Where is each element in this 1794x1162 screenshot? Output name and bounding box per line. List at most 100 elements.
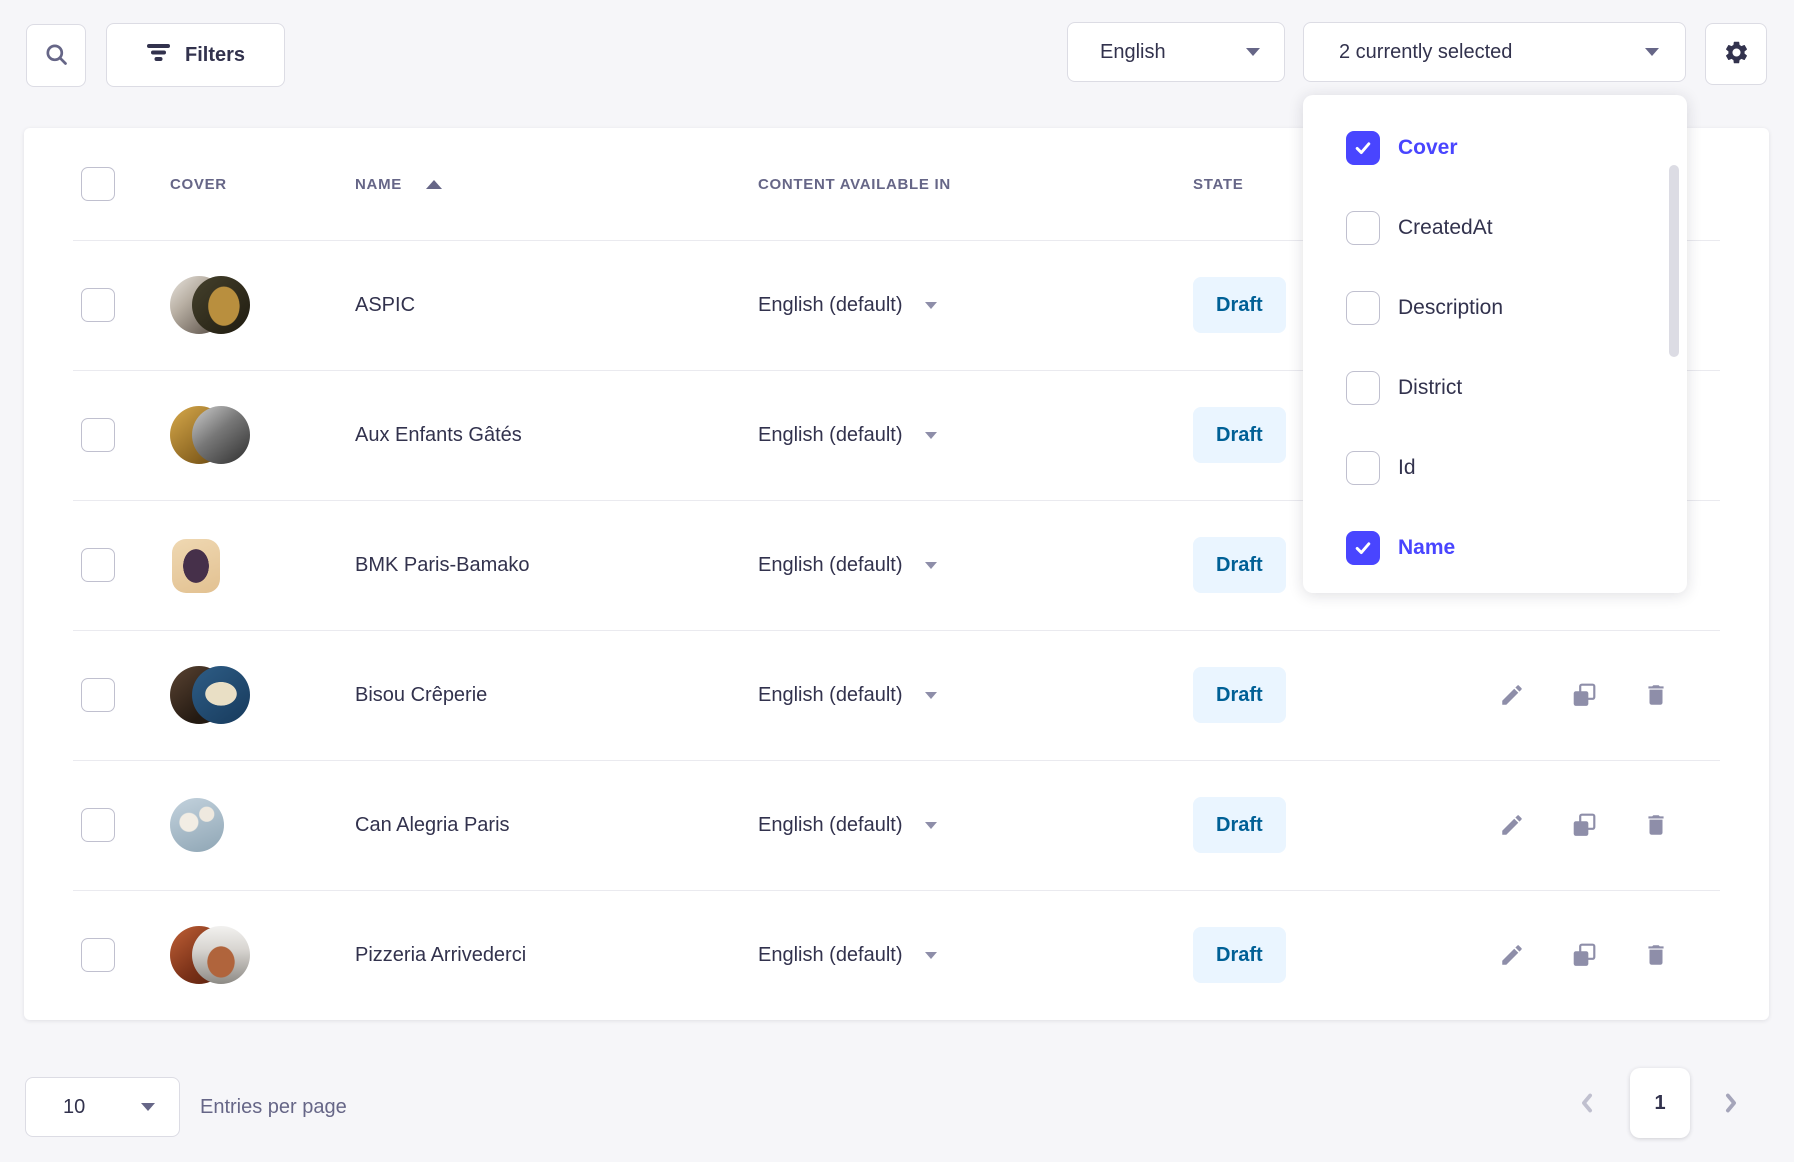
page-1-button[interactable]: 1 xyxy=(1630,1068,1690,1138)
locale-select-value: English xyxy=(1100,41,1166,64)
pencil-icon xyxy=(1499,812,1525,838)
column-option-createdat[interactable]: CreatedAt xyxy=(1303,188,1687,268)
column-picker-select-value: 2 currently selected xyxy=(1339,41,1512,64)
chevron-down-icon xyxy=(1246,48,1260,56)
pencil-icon xyxy=(1499,942,1525,968)
copy-icon xyxy=(1571,942,1597,968)
next-page-button[interactable] xyxy=(1716,1088,1746,1121)
duplicate-button[interactable] xyxy=(1571,812,1597,838)
cover-image xyxy=(170,798,224,852)
unchecked-checkbox[interactable] xyxy=(1346,371,1380,405)
column-option-cover[interactable]: Cover xyxy=(1303,108,1687,188)
cover-avatar-group xyxy=(170,665,250,725)
search-button[interactable] xyxy=(26,24,86,87)
row-checkbox[interactable] xyxy=(81,938,115,972)
trash-icon xyxy=(1643,812,1669,838)
chevron-down-icon xyxy=(925,432,937,439)
gear-icon xyxy=(1723,39,1750,69)
column-option-id[interactable]: Id xyxy=(1303,428,1687,508)
chevron-right-icon xyxy=(1716,1088,1746,1118)
chevron-down-icon xyxy=(1645,48,1659,56)
page-size-value: 10 xyxy=(63,1096,85,1119)
edit-button[interactable] xyxy=(1499,682,1525,708)
column-option-name[interactable]: Name xyxy=(1303,508,1687,588)
previous-page-button[interactable] xyxy=(1572,1088,1602,1121)
select-all-checkbox[interactable] xyxy=(81,167,115,201)
table-row[interactable]: Pizzeria Arrivederci English (default) D… xyxy=(24,890,1769,1020)
unchecked-checkbox[interactable] xyxy=(1346,291,1380,325)
cover-avatar-group xyxy=(170,275,250,335)
row-checkbox[interactable] xyxy=(81,548,115,582)
chevron-down-icon xyxy=(925,302,937,309)
row-checkbox[interactable] xyxy=(81,418,115,452)
column-option-district[interactable]: District xyxy=(1303,348,1687,428)
unchecked-checkbox[interactable] xyxy=(1346,211,1380,245)
filters-button-label: Filters xyxy=(185,44,245,67)
column-header-cover: COVER xyxy=(170,176,355,193)
unchecked-checkbox[interactable] xyxy=(1346,451,1380,485)
row-checkbox[interactable] xyxy=(81,808,115,842)
copy-icon xyxy=(1571,812,1597,838)
row-locale-dropdown[interactable]: English (default) xyxy=(758,944,1193,967)
pencil-icon xyxy=(1499,682,1525,708)
cover-avatar-group xyxy=(170,925,250,985)
chevron-down-icon xyxy=(925,692,937,699)
status-badge: Draft xyxy=(1193,667,1286,723)
check-icon xyxy=(1353,538,1373,558)
settings-button[interactable] xyxy=(1705,23,1767,85)
duplicate-button[interactable] xyxy=(1571,942,1597,968)
checked-checkbox[interactable] xyxy=(1346,531,1380,565)
popover-scrollbar[interactable] xyxy=(1669,165,1679,357)
row-name: Aux Enfants Gâtés xyxy=(355,424,758,447)
row-locale-dropdown[interactable]: English (default) xyxy=(758,814,1193,837)
chevron-down-icon xyxy=(925,952,937,959)
edit-button[interactable] xyxy=(1499,812,1525,838)
row-checkbox[interactable] xyxy=(81,678,115,712)
row-name: Can Alegria Paris xyxy=(355,814,758,837)
column-header-name[interactable]: NAME xyxy=(355,176,758,193)
filters-button[interactable]: Filters xyxy=(106,23,285,87)
table-row[interactable]: Bisou Crêperie English (default) Draft xyxy=(24,630,1769,760)
row-locale-dropdown[interactable]: English (default) xyxy=(758,294,1193,317)
trash-icon xyxy=(1643,942,1669,968)
row-name: BMK Paris-Bamako xyxy=(355,554,758,577)
row-name: Pizzeria Arrivederci xyxy=(355,944,758,967)
page-size-select[interactable]: 10 xyxy=(25,1077,180,1137)
checked-checkbox[interactable] xyxy=(1346,131,1380,165)
delete-button[interactable] xyxy=(1643,942,1669,968)
chevron-down-icon xyxy=(925,822,937,829)
table-row[interactable]: Can Alegria Paris English (default) Draf… xyxy=(24,760,1769,890)
column-picker-select[interactable]: 2 currently selected xyxy=(1303,22,1686,82)
row-name: Bisou Crêperie xyxy=(355,684,758,707)
chevron-left-icon xyxy=(1572,1088,1602,1118)
row-locale-dropdown[interactable]: English (default) xyxy=(758,554,1193,577)
locale-select[interactable]: English xyxy=(1067,22,1285,82)
duplicate-button[interactable] xyxy=(1571,682,1597,708)
trash-icon xyxy=(1643,682,1669,708)
check-icon xyxy=(1353,138,1373,158)
edit-button[interactable] xyxy=(1499,942,1525,968)
row-checkbox[interactable] xyxy=(81,288,115,322)
delete-button[interactable] xyxy=(1643,682,1669,708)
chevron-down-icon xyxy=(141,1103,155,1111)
entries-per-page-label: Entries per page xyxy=(200,1096,347,1119)
row-locale-dropdown[interactable]: English (default) xyxy=(758,684,1193,707)
sort-ascending-icon xyxy=(426,180,442,189)
status-badge: Draft xyxy=(1193,537,1286,593)
row-locale-dropdown[interactable]: English (default) xyxy=(758,424,1193,447)
cover-image xyxy=(192,276,250,334)
search-icon xyxy=(43,41,70,71)
status-badge: Draft xyxy=(1193,927,1286,983)
chevron-down-icon xyxy=(925,562,937,569)
column-header-content-available-in: CONTENT AVAILABLE IN xyxy=(758,176,1193,193)
cover-avatar-group xyxy=(170,405,250,465)
cover-avatar-group xyxy=(170,795,250,855)
delete-button[interactable] xyxy=(1643,812,1669,838)
column-option-description[interactable]: Description xyxy=(1303,268,1687,348)
cover-image xyxy=(192,926,250,984)
column-picker-popover: Cover CreatedAt Description District Id … xyxy=(1303,95,1687,593)
copy-icon xyxy=(1571,682,1597,708)
cover-image xyxy=(192,406,250,464)
row-name: ASPIC xyxy=(355,294,758,317)
cover-image xyxy=(172,539,220,593)
